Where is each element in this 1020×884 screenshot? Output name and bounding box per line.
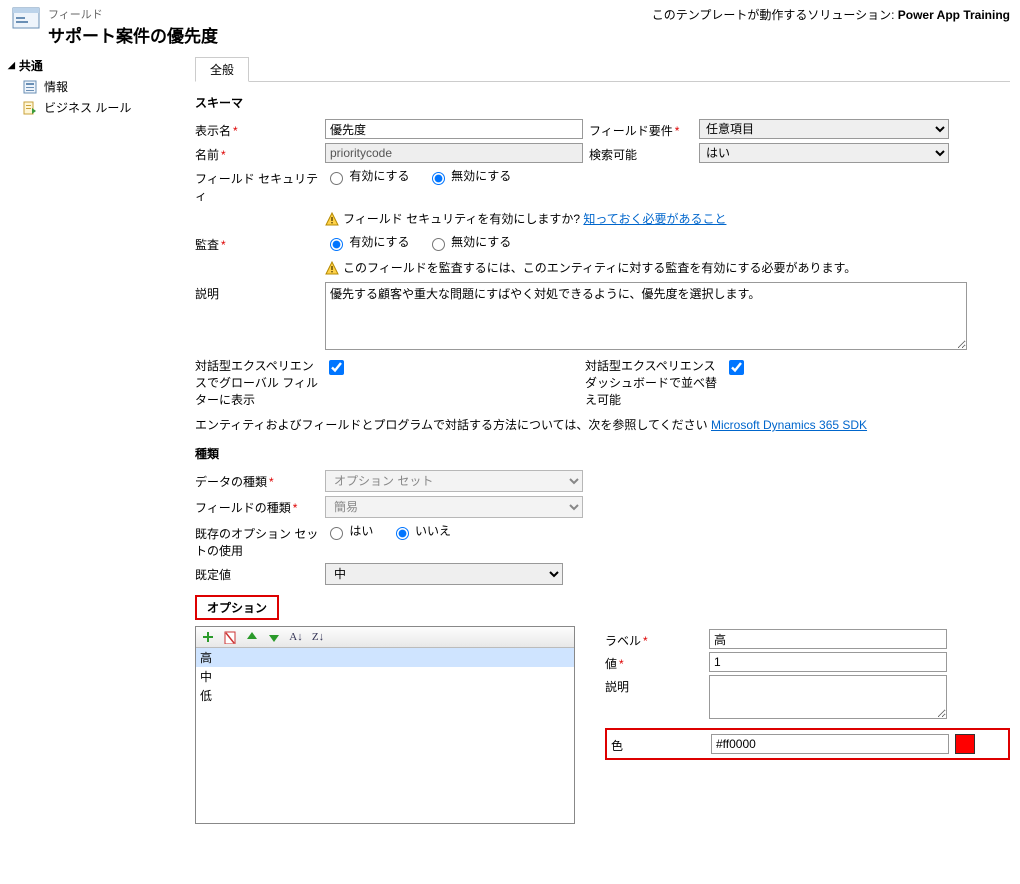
solution-label: このテンプレートが動作するソリューション: Power App Training <box>652 6 1010 23</box>
default-value-select[interactable]: 中 <box>325 563 563 585</box>
field-type-select: 簡易 <box>325 496 583 518</box>
option-item-mid[interactable]: 中 <box>196 667 574 686</box>
sidebar-group-common[interactable]: ◢ 共通 <box>0 55 185 76</box>
page-title: サポート案件の優先度 <box>48 22 218 47</box>
warning-icon <box>325 261 339 275</box>
option-color-row: 色 <box>605 728 1010 760</box>
option-item-low[interactable]: 低 <box>196 686 574 705</box>
name-input <box>325 143 583 163</box>
entity-icon <box>10 6 42 30</box>
add-option-icon[interactable] <box>200 629 216 645</box>
security-disable-radio[interactable]: 無効にする <box>427 169 511 183</box>
sidebar-item-business-rule[interactable]: ビジネス ルール <box>0 97 185 118</box>
field-requirement-select[interactable]: 任意項目 <box>699 119 949 139</box>
description-input[interactable]: 優先する顧客や重大な問題にすばやく対処できるように、優先度を選択します。 <box>325 282 967 350</box>
searchable-select[interactable]: はい <box>699 143 949 163</box>
sidebar-item-info[interactable]: 情報 <box>0 76 185 97</box>
sidebar: ◢ 共通 情報 ビジネス ルール <box>0 51 185 884</box>
delete-option-icon[interactable] <box>222 629 238 645</box>
option-desc-input[interactable] <box>709 675 947 719</box>
rule-icon <box>22 100 38 116</box>
security-enable-radio[interactable]: 有効にする <box>325 169 409 183</box>
existing-no-radio[interactable]: いいえ <box>391 524 451 538</box>
interactive-dashboard-checkbox[interactable] <box>729 360 744 375</box>
existing-yes-radio[interactable]: はい <box>325 524 373 538</box>
section-type: 種類 <box>195 445 1010 462</box>
option-value-input[interactable] <box>709 652 947 672</box>
sort-asc-icon[interactable]: A↓ <box>288 629 304 645</box>
security-info-link[interactable]: 知っておく必要があること <box>583 210 726 227</box>
option-item-high[interactable]: 高 <box>196 648 574 667</box>
warning-icon <box>325 212 339 226</box>
option-label-input[interactable] <box>709 629 947 649</box>
audit-enable-radio[interactable]: 有効にする <box>325 235 409 249</box>
sort-desc-icon[interactable]: Z↓ <box>310 629 326 645</box>
header-subtitle: フィールド <box>48 6 218 22</box>
move-down-icon[interactable] <box>266 629 282 645</box>
interactive-global-checkbox[interactable] <box>329 360 344 375</box>
display-name-input[interactable] <box>325 119 583 139</box>
option-list[interactable]: 高 中 低 <box>196 648 574 823</box>
data-type-select: オプション セット <box>325 470 583 492</box>
section-schema: スキーマ <box>195 94 1010 111</box>
tab-bar: 全般 <box>195 57 1010 82</box>
color-swatch[interactable] <box>955 734 975 754</box>
move-up-icon[interactable] <box>244 629 260 645</box>
option-list-panel: A↓ Z↓ 高 中 低 <box>195 626 575 824</box>
option-color-input[interactable] <box>711 734 949 754</box>
form-icon <box>22 79 38 95</box>
audit-disable-radio[interactable]: 無効にする <box>427 235 511 249</box>
section-options: オプション <box>195 595 279 620</box>
sdk-link[interactable]: Microsoft Dynamics 365 SDK <box>711 418 867 432</box>
tab-general[interactable]: 全般 <box>195 57 249 82</box>
collapse-icon: ◢ <box>8 60 15 71</box>
